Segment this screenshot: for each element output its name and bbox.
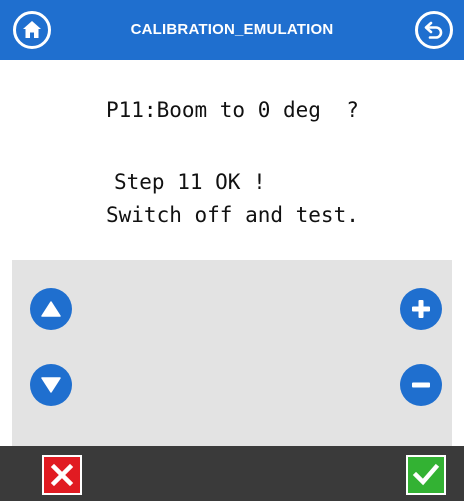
right-border-strip	[452, 60, 464, 446]
page-title: CALIBRATION_EMULATION	[130, 21, 334, 38]
close-icon	[50, 463, 74, 487]
down-button[interactable]	[30, 364, 72, 406]
back-button[interactable]	[415, 11, 453, 49]
arrow-up-icon	[41, 301, 61, 317]
step-status: Step 11 OK !	[114, 170, 266, 194]
calibration-prompt: P11:Boom to 0 deg ?	[106, 98, 359, 122]
check-icon	[412, 463, 440, 486]
up-button[interactable]	[30, 288, 72, 330]
left-border-strip	[0, 60, 12, 446]
calibration-screen: CALIBRATION_EMULATION P11:Boom to 0 deg …	[0, 0, 464, 501]
instruction-text: Switch off and test.	[106, 203, 359, 227]
footer-bar	[0, 446, 464, 501]
home-button[interactable]	[13, 11, 51, 49]
plus-icon	[412, 300, 430, 318]
back-arrow-icon	[424, 21, 443, 39]
cancel-button[interactable]	[42, 455, 82, 495]
control-panel	[12, 260, 452, 446]
confirm-button[interactable]	[406, 455, 446, 495]
home-icon	[23, 21, 41, 38]
minus-icon	[412, 382, 430, 388]
header-bar: CALIBRATION_EMULATION	[0, 0, 464, 60]
plus-button[interactable]	[400, 288, 442, 330]
message-panel: P11:Boom to 0 deg ? Step 11 OK ! Switch …	[12, 60, 452, 260]
minus-button[interactable]	[400, 364, 442, 406]
arrow-down-icon	[41, 377, 61, 393]
